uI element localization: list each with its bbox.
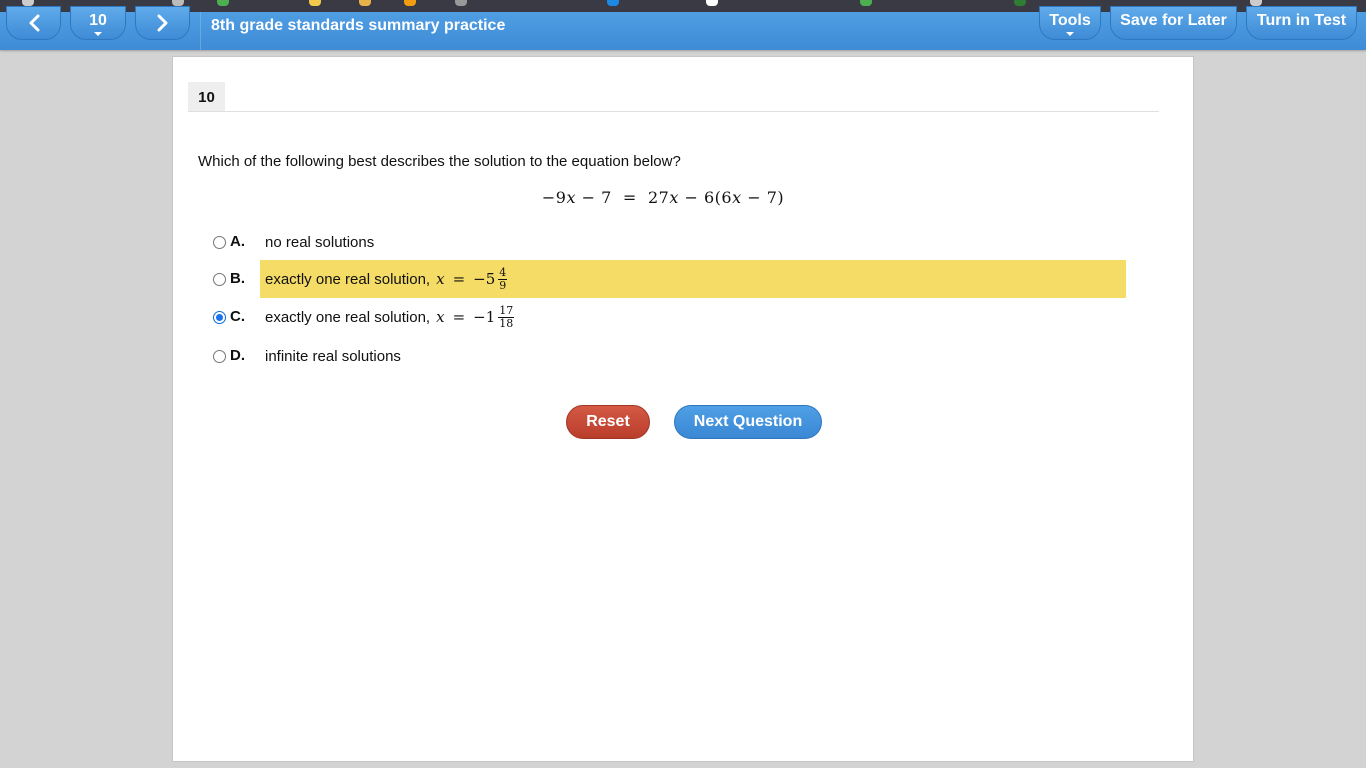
answer-text: exactly one real solution, — [265, 308, 431, 326]
equation-rhs-group-start: − 6(6 — [684, 188, 733, 207]
fraction-numerator: 4 — [498, 265, 508, 280]
answer-math: x = −1 17 18 — [436, 303, 515, 330]
bookmark-icon[interactable] — [309, 0, 321, 6]
question-header-divider — [188, 111, 1159, 112]
answer-letter: C. — [230, 308, 245, 325]
save-for-later-button[interactable]: Save for Later — [1110, 6, 1237, 40]
chevron-down-icon — [94, 32, 102, 36]
bookmark-icon[interactable] — [217, 0, 229, 6]
answer-option-a[interactable]: A. no real solutions — [211, 223, 1127, 261]
equation-lhs-constant: − 7 — [581, 188, 612, 207]
bookmark-icon[interactable] — [1014, 0, 1026, 6]
math-whole-number: −1 — [473, 308, 496, 326]
fraction-denominator: 18 — [499, 316, 514, 330]
answer-radio-d[interactable] — [213, 350, 226, 363]
answer-letter: A. — [230, 233, 245, 250]
bookmark-icon[interactable] — [607, 0, 619, 6]
chevron-right-icon — [157, 14, 167, 32]
answer-letter: B. — [230, 270, 245, 287]
answer-math: x = −5 4 9 — [436, 265, 508, 292]
test-title: 8th grade standards summary practice — [211, 17, 506, 34]
answer-text: no real solutions — [265, 233, 375, 251]
math-variable: x — [436, 308, 445, 326]
reset-button[interactable]: Reset — [566, 405, 650, 439]
question-selector-number: 10 — [89, 12, 107, 29]
bookmark-icon[interactable] — [359, 0, 371, 6]
answer-radio-c[interactable] — [213, 311, 226, 324]
math-fraction: 4 9 — [498, 265, 508, 292]
answer-option-c[interactable]: C. exactly one real solution, x = −1 17 … — [211, 298, 1127, 336]
tools-button[interactable]: Tools — [1039, 6, 1101, 40]
answer-radio-b[interactable] — [213, 273, 226, 286]
chevron-left-icon — [29, 14, 39, 32]
turn-in-test-button[interactable]: Turn in Test — [1246, 6, 1357, 40]
bookmark-icon[interactable] — [860, 0, 872, 6]
equation-equals: = — [622, 188, 637, 207]
bookmark-icon[interactable] — [455, 0, 467, 6]
turn-in-test-label: Turn in Test — [1256, 12, 1347, 29]
tools-label: Tools — [1049, 12, 1091, 29]
question-number: 10 — [188, 82, 225, 112]
equation-variable: x — [566, 188, 576, 207]
answer-text: exactly one real solution, — [265, 270, 431, 288]
answer-radio-a[interactable] — [213, 236, 226, 249]
fraction-numerator: 17 — [498, 303, 515, 318]
equation-lhs-coefficient: −9 — [541, 188, 567, 207]
save-for-later-label: Save for Later — [1120, 12, 1227, 29]
math-whole-number: −5 — [473, 270, 496, 288]
equation-variable: x — [732, 188, 742, 207]
math-equals: = — [452, 308, 466, 326]
answer-text-container: no real solutions — [260, 223, 1126, 261]
answer-text-container: exactly one real solution, x = −5 4 9 — [260, 260, 1126, 298]
answer-option-b[interactable]: B. exactly one real solution, x = −5 4 9 — [211, 260, 1127, 298]
equation-variable: x — [669, 188, 679, 207]
math-fraction: 17 18 — [498, 303, 515, 330]
question-card: 10 Which of the following best describes… — [172, 56, 1194, 762]
equation-rhs-group-end: − 7) — [747, 188, 785, 207]
question-equation: −9x − 7 = 27x − 6(6x − 7) — [173, 188, 1153, 207]
bookmark-icon[interactable] — [404, 0, 416, 6]
math-variable: x — [436, 270, 445, 288]
answer-text: infinite real solutions — [265, 347, 401, 365]
previous-question-button[interactable] — [6, 6, 61, 40]
chevron-down-icon — [1066, 32, 1074, 36]
next-question-button[interactable]: Next Question — [674, 405, 822, 439]
question-prompt: Which of the following best describes th… — [198, 153, 681, 170]
test-toolbar: 10 8th grade standards summary practice … — [0, 6, 1366, 50]
bookmark-icon[interactable] — [706, 0, 718, 6]
question-selector[interactable]: 10 — [70, 6, 126, 40]
answer-letter: D. — [230, 347, 245, 364]
math-equals: = — [452, 270, 466, 288]
answer-option-d[interactable]: D. infinite real solutions — [211, 337, 1127, 375]
fraction-denominator: 9 — [499, 278, 507, 292]
answer-text-container: exactly one real solution, x = −1 17 18 — [260, 298, 1126, 336]
toolbar-divider — [200, 12, 201, 50]
next-question-arrow-button[interactable] — [135, 6, 190, 40]
answer-text-container: infinite real solutions — [260, 337, 1126, 375]
equation-rhs-coefficient: 27 — [648, 188, 670, 207]
